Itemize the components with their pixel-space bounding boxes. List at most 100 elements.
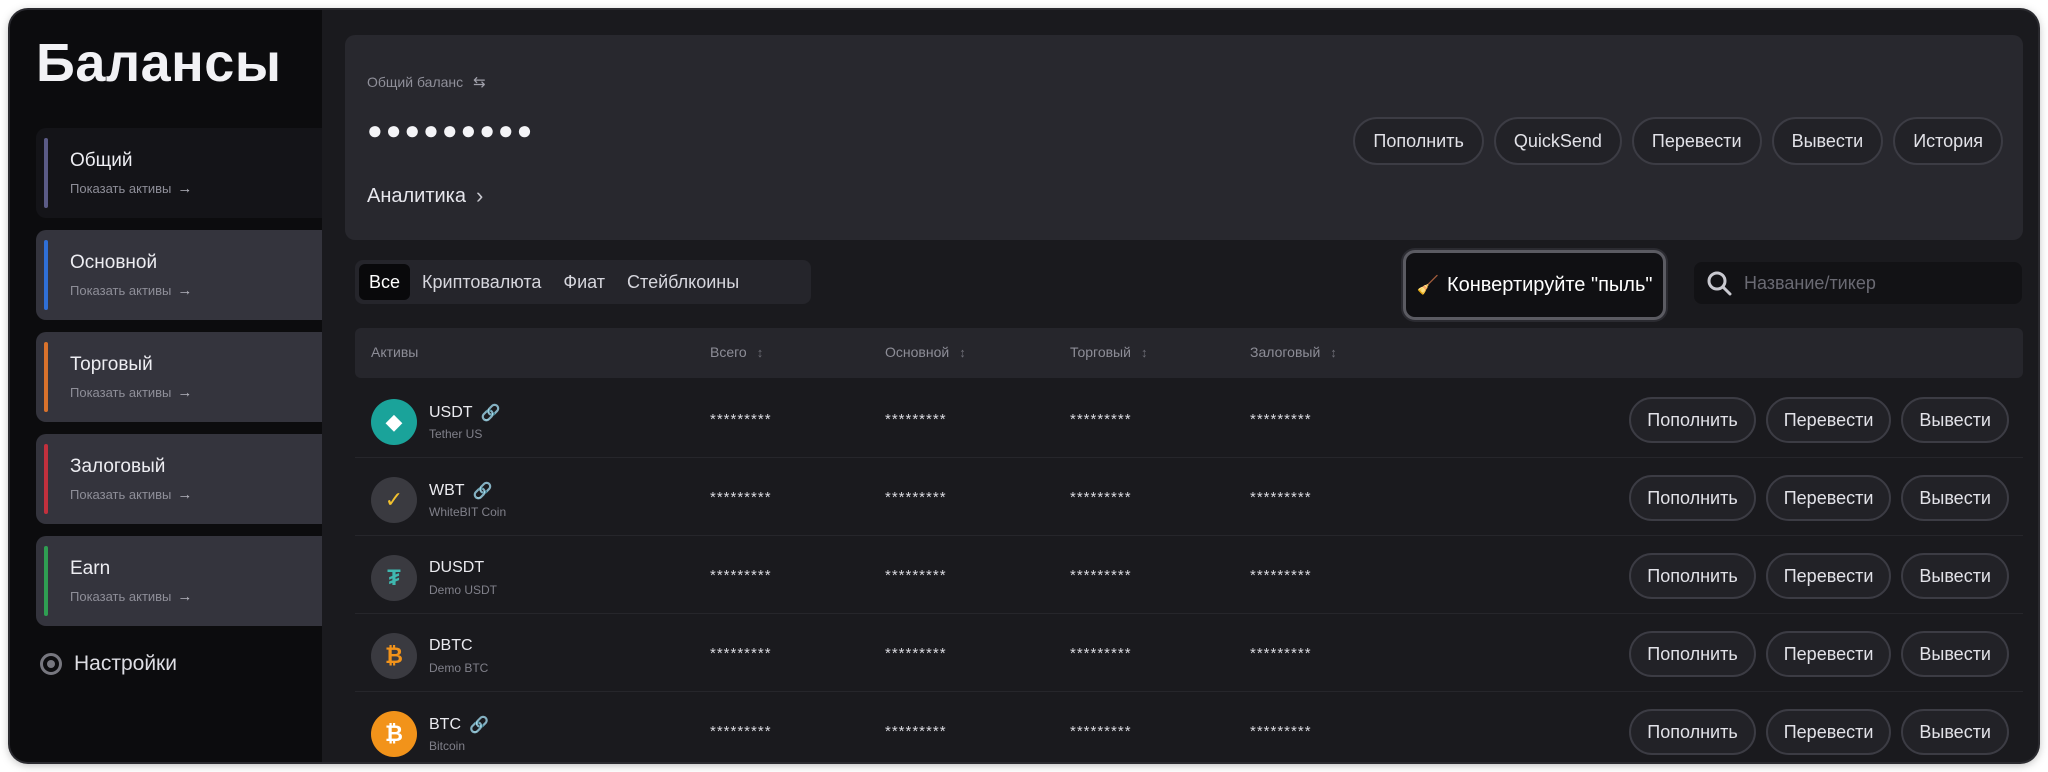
withdraw-button[interactable]: Вывести xyxy=(1901,631,2009,677)
column-header-trading[interactable]: Торговый ↕ xyxy=(1070,344,1147,360)
filter-tab-fiat[interactable]: Фиат xyxy=(553,264,615,300)
link-icon[interactable]: 🔗 xyxy=(481,403,501,423)
show-assets-link[interactable]: Показать активы → xyxy=(70,282,192,299)
balance-actions: Пополнить QuickSend Перевести Вывести Ис… xyxy=(1353,117,2003,165)
total-balance-label: Общий баланс ⇆ xyxy=(367,73,486,91)
sort-icon: ↕ xyxy=(1330,344,1337,360)
sidebar-account-earn[interactable]: Earn Показать активы → xyxy=(36,536,322,626)
withdraw-button[interactable]: Вывести xyxy=(1901,397,2009,443)
asset-ticker: DBTC xyxy=(429,637,473,654)
swap-currency-icon[interactable]: ⇆ xyxy=(473,73,486,91)
convert-dust-label: Конвертируйте "пыль" xyxy=(1446,273,1653,296)
collateral-hidden: ********* xyxy=(1250,489,1312,506)
withdraw-button[interactable]: Вывести xyxy=(1901,709,2009,755)
transfer-button[interactable]: Перевести xyxy=(1631,117,1762,165)
account-name: Earn xyxy=(70,558,111,579)
table-row: ✓ WBT 🔗 WhiteBIT Coin ********* *********… xyxy=(355,459,2023,536)
arrow-right-icon: → xyxy=(177,282,193,299)
transfer-button[interactable]: Перевести xyxy=(1765,553,1892,599)
show-assets-link[interactable]: Показать активы → xyxy=(70,486,192,503)
deposit-button[interactable]: Пополнить xyxy=(1629,475,1756,521)
asset-ticker: WBT 🔗 xyxy=(429,481,493,501)
convert-dust-button[interactable]: 🧹 Конвертируйте "пыль" xyxy=(1403,250,1666,320)
total-hidden: ********* xyxy=(710,489,772,506)
sidebar-account-trading[interactable]: Торговый Показать активы → xyxy=(36,332,322,422)
row-actions: Пополнить Перевести Вывести xyxy=(1629,553,2009,599)
column-header-assets: Активы xyxy=(371,344,419,360)
main-hidden: ********* xyxy=(885,411,947,428)
deposit-button[interactable]: Пополнить xyxy=(1629,553,1756,599)
total-hidden: ********* xyxy=(710,567,772,584)
account-name: Залоговый xyxy=(70,456,166,477)
transfer-button[interactable]: Перевести xyxy=(1765,709,1892,755)
total-hidden: ********* xyxy=(710,645,772,662)
main-hidden: ********* xyxy=(885,567,947,584)
withdraw-button[interactable]: Вывести xyxy=(1771,117,1884,165)
deposit-button[interactable]: Пополнить xyxy=(1353,117,1484,165)
asset-name: Tether US xyxy=(429,427,483,441)
sort-icon: ↕ xyxy=(959,344,966,360)
search-icon xyxy=(1707,271,1732,296)
column-header-collateral[interactable]: Залоговый ↕ xyxy=(1250,344,1337,360)
account-stripe xyxy=(44,444,48,514)
dbtc-coin-icon: ₿ xyxy=(371,633,417,679)
transfer-button[interactable]: Перевести xyxy=(1765,397,1892,443)
deposit-button[interactable]: Пополнить xyxy=(1629,709,1756,755)
btc-coin-icon: ₿ xyxy=(371,711,417,757)
link-icon[interactable]: 🔗 xyxy=(473,481,493,501)
asset-name: Bitcoin xyxy=(429,739,466,753)
asset-filter-tabs: Все Криптовалюта Фиат Стейблкоины xyxy=(355,260,811,304)
transfer-button[interactable]: Перевести xyxy=(1765,631,1892,677)
show-assets-link[interactable]: Показать активы → xyxy=(70,180,192,197)
sort-icon: ↕ xyxy=(1140,344,1148,360)
deposit-button[interactable]: Пополнить xyxy=(1629,397,1756,443)
sidebar: Балансы Общий Показать активы → Основной … xyxy=(10,10,322,762)
settings-link[interactable]: Настройки xyxy=(40,652,177,676)
show-assets-link[interactable]: Показать активы → xyxy=(70,588,192,605)
asset-name: Demo USDT xyxy=(429,583,498,597)
withdraw-button[interactable]: Вывести xyxy=(1901,475,2009,521)
sidebar-account-collateral[interactable]: Залоговый Показать активы → xyxy=(36,434,322,524)
account-stripe xyxy=(44,546,48,616)
sidebar-account-general[interactable]: Общий Показать активы → xyxy=(36,128,322,218)
filter-tab-stablecoins[interactable]: Стейблкоины xyxy=(617,264,749,300)
collateral-hidden: ********* xyxy=(1250,645,1312,662)
trading-hidden: ********* xyxy=(1070,567,1132,584)
table-row: ₿ DBTC Demo BTC ********* ********* ****… xyxy=(355,615,2023,692)
app-window: Балансы Общий Показать активы → Основной … xyxy=(10,10,2038,762)
asset-ticker: USDT 🔗 xyxy=(429,403,501,423)
account-stripe xyxy=(44,240,48,310)
link-icon[interactable]: 🔗 xyxy=(469,715,489,735)
wbt-coin-icon: ✓ xyxy=(371,477,417,523)
account-name: Основной xyxy=(70,252,158,273)
gear-icon xyxy=(40,653,62,675)
broom-icon: 🧹 xyxy=(1416,274,1439,295)
analytics-link[interactable]: Аналитика › xyxy=(367,183,483,209)
search-input[interactable] xyxy=(1744,272,2004,294)
row-actions: Пополнить Перевести Вывести xyxy=(1629,397,2009,443)
column-header-total[interactable]: Всего ↕ xyxy=(710,344,763,360)
show-assets-link[interactable]: Показать активы → xyxy=(70,384,192,401)
account-stripe xyxy=(44,138,48,208)
transfer-button[interactable]: Перевести xyxy=(1765,475,1892,521)
sidebar-account-main[interactable]: Основной Показать активы → xyxy=(36,230,322,320)
filter-tab-crypto[interactable]: Криптовалюта xyxy=(412,264,551,300)
chevron-right-icon: › xyxy=(476,183,484,208)
history-button[interactable]: История xyxy=(1893,117,2003,165)
dusdt-coin-icon: ₮ xyxy=(371,555,417,601)
deposit-button[interactable]: Пополнить xyxy=(1629,631,1756,677)
filter-tab-all[interactable]: Все xyxy=(359,264,411,300)
collateral-hidden: ********* xyxy=(1250,723,1312,740)
arrow-right-icon: → xyxy=(177,384,193,401)
withdraw-button[interactable]: Вывести xyxy=(1901,553,2009,599)
trading-hidden: ********* xyxy=(1070,411,1132,428)
column-header-main[interactable]: Основной ↕ xyxy=(885,344,966,360)
total-balance-card: Общий баланс ⇆ ●●●●●●●●● Аналитика › Поп… xyxy=(345,35,2023,240)
arrow-right-icon: → xyxy=(177,588,193,605)
main-hidden: ********* xyxy=(885,489,947,506)
row-actions: Пополнить Перевести Вывести xyxy=(1629,475,2009,521)
quicksend-button[interactable]: QuickSend xyxy=(1493,117,1622,165)
asset-search[interactable] xyxy=(1694,262,2022,304)
arrow-right-icon: → xyxy=(177,180,193,197)
trading-hidden: ********* xyxy=(1070,645,1132,662)
